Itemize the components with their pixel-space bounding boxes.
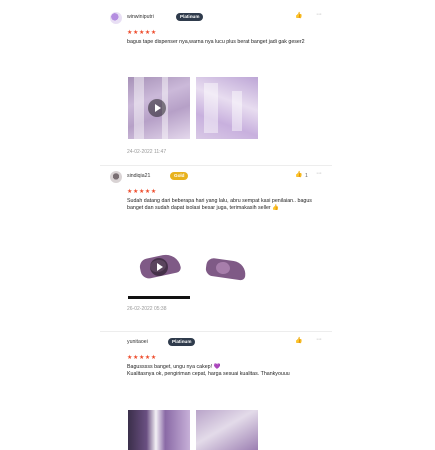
- like-icon[interactable]: 👍: [295, 171, 302, 178]
- review-header: winwiniputri Platinum 👍 ···: [100, 7, 332, 27]
- like-count: 1: [305, 173, 308, 179]
- gold-badge: Gold: [170, 172, 189, 180]
- review-photo[interactable]: [196, 244, 258, 292]
- platinum-badge: Platinum: [168, 338, 196, 346]
- review-photo[interactable]: [196, 410, 258, 450]
- thumbs-up-icon: 👍: [272, 205, 280, 212]
- image-highlight: [134, 77, 144, 139]
- review-text-line2: Kualitasnya ok, pengiriman cepat, harga …: [127, 371, 290, 378]
- review-item: sindiqia21 Gold 👍 1 ··· ★★★★★ Sudah data…: [100, 165, 332, 324]
- review-date: 26-02-2022 05:38: [127, 306, 167, 312]
- like-icon[interactable]: 👍: [295, 337, 302, 344]
- review-header: sindiqia21 Gold 👍 1 ···: [100, 166, 332, 186]
- more-options-icon[interactable]: ···: [316, 11, 322, 18]
- play-icon[interactable]: [148, 99, 166, 117]
- play-icon[interactable]: [150, 258, 168, 276]
- username[interactable]: winwiniputri: [127, 14, 154, 20]
- review-list: winwiniputri Platinum 👍 ··· ★★★★★ bagus …: [0, 0, 435, 450]
- star-rating: ★★★★★: [127, 30, 157, 36]
- like-icon[interactable]: 👍: [295, 12, 302, 19]
- review-text-line1: Bagusssss banget, ungu nya cakep!: [127, 364, 213, 370]
- review-photo[interactable]: [128, 410, 190, 450]
- review-text: Sudah datang dari beberapa hari yang lal…: [127, 198, 319, 213]
- star-rating: ★★★★★: [127, 189, 157, 195]
- review-text: bagus tape dispenser nya,warna nya lucu …: [127, 39, 305, 45]
- image-highlight: [204, 83, 218, 133]
- review-text-body: Sudah datang dari beberapa hari yang lal…: [127, 198, 312, 212]
- heart-icon: 💜: [213, 364, 221, 370]
- more-options-icon[interactable]: ···: [316, 336, 322, 343]
- review-text: Bagusssss banget, ungu nya cakep! 💜 Kuali…: [127, 364, 319, 379]
- review-photo[interactable]: [196, 77, 258, 139]
- avatar[interactable]: [110, 12, 122, 24]
- platinum-badge: Platinum: [176, 13, 204, 21]
- review-header: yunitaoei Platinum 👍 ···: [100, 332, 332, 352]
- video-progress-bar: [128, 296, 190, 299]
- review-video-thumbnail[interactable]: [128, 77, 190, 139]
- more-options-icon[interactable]: ···: [316, 170, 322, 177]
- review-item: winwiniputri Platinum 👍 ··· ★★★★★ bagus …: [100, 7, 332, 157]
- username[interactable]: sindiqia21: [127, 173, 150, 179]
- image-highlight: [232, 91, 242, 131]
- avatar[interactable]: [110, 171, 122, 183]
- review-video-thumbnail[interactable]: [128, 244, 190, 292]
- star-rating: ★★★★★: [127, 355, 157, 361]
- review-date: 24-02-2022 11:47: [127, 149, 167, 155]
- username[interactable]: yunitaoei: [127, 339, 148, 345]
- review-item: yunitaoei Platinum 👍 ··· ★★★★★ Bagusssss…: [100, 331, 332, 450]
